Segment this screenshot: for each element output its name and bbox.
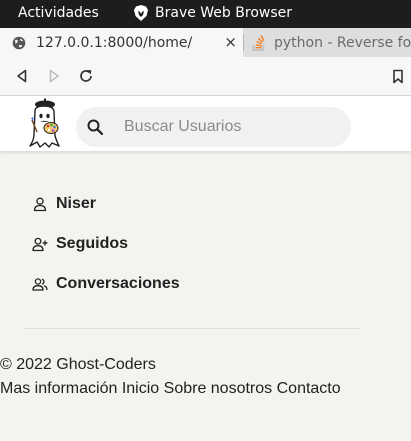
- bookmark-icon[interactable]: [389, 67, 407, 85]
- menu-item-profile[interactable]: Niser: [32, 193, 96, 215]
- footer-link-home[interactable]: Inicio: [122, 380, 159, 397]
- tab-title: 127.0.0.1:8000/home/: [36, 34, 193, 51]
- activities-button[interactable]: Actividades: [18, 5, 99, 21]
- menu-item-label: Conversaciones: [56, 275, 180, 292]
- tab-localhost-home[interactable]: 127.0.0.1:8000/home/ ×: [0, 28, 243, 57]
- footer-copyright: © 2022 Ghost-Coders: [0, 356, 156, 373]
- section-divider: [24, 328, 360, 329]
- menu-item-conversations[interactable]: Conversaciones: [32, 273, 180, 295]
- footer-link-contact[interactable]: Contacto: [277, 380, 341, 397]
- ghost-painter-logo[interactable]: [24, 98, 64, 148]
- navigation-toolbar: [0, 57, 411, 96]
- close-tab-icon[interactable]: ×: [224, 33, 237, 51]
- app-name-label: Brave Web Browser: [155, 5, 292, 21]
- forward-icon[interactable]: [45, 67, 63, 85]
- menu-item-label: Niser: [56, 195, 97, 212]
- search-input[interactable]: [124, 107, 339, 147]
- back-icon[interactable]: [13, 67, 31, 85]
- tab-stackoverflow[interactable]: python - Reverse for: [244, 28, 411, 57]
- footer-link-more-info[interactable]: Mas información: [0, 380, 117, 397]
- brave-lion-icon: [134, 5, 148, 21]
- reload-icon[interactable]: [77, 67, 95, 85]
- globe-icon: [12, 36, 26, 50]
- stackoverflow-icon: [252, 34, 266, 51]
- site-header: [0, 96, 411, 151]
- tab-title: python - Reverse for: [274, 34, 411, 51]
- user-icon: [32, 196, 48, 212]
- user-plus-icon: [32, 236, 48, 252]
- menu-item-following[interactable]: Seguidos: [32, 233, 128, 255]
- user-search-box[interactable]: [76, 107, 351, 147]
- footer-link-about[interactable]: Sobre nosotros: [164, 380, 273, 397]
- active-app-indicator[interactable]: Brave Web Browser: [134, 5, 292, 21]
- footer-links: Mas información Inicio Sobre nosotros Co…: [0, 380, 341, 398]
- system-top-bar: Actividades Brave Web Browser: [0, 0, 411, 28]
- search-icon[interactable]: [86, 118, 104, 136]
- menu-item-label: Seguidos: [56, 235, 129, 252]
- users-icon: [32, 276, 48, 292]
- tab-strip: 127.0.0.1:8000/home/ × python - Reverse …: [0, 28, 411, 57]
